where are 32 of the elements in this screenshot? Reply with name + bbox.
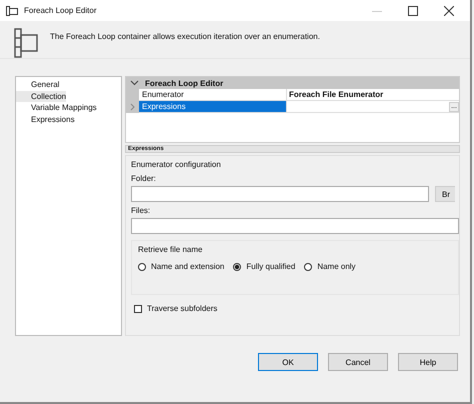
folder-field[interactable] bbox=[131, 186, 429, 202]
container-icon bbox=[14, 28, 38, 58]
category-label: Foreach Loop Editor bbox=[145, 78, 224, 88]
radio-label: Fully qualified bbox=[246, 262, 296, 271]
group-title: Enumerator configuration bbox=[131, 159, 222, 170]
radio-button[interactable] bbox=[304, 262, 312, 270]
files-field[interactable] bbox=[131, 218, 459, 234]
description-text: The Foreach Loop container allows execution iteration over an enumeration. bbox=[50, 32, 320, 41]
field-label: Folder: bbox=[131, 173, 157, 184]
radio-label: Name and extension bbox=[151, 262, 224, 271]
dialog-button[interactable]: Help bbox=[398, 353, 458, 371]
radio-button[interactable] bbox=[138, 262, 146, 270]
checkbox-label: Traverse subfolders bbox=[147, 304, 218, 313]
sidebar-item[interactable]: Variable Mappings bbox=[16, 102, 97, 114]
sidebar-item[interactable]: Collection bbox=[16, 90, 66, 102]
window-title: Foreach Loop Editor bbox=[24, 6, 96, 15]
window-icon bbox=[6, 6, 18, 16]
property-value: Foreach File Enumerator bbox=[289, 90, 384, 99]
sidebar-item[interactable]: Expressions bbox=[16, 114, 75, 125]
group-title: Retrieve file name bbox=[138, 244, 204, 255]
chevron-right-icon bbox=[130, 103, 135, 111]
sidebar-item[interactable]: General bbox=[16, 79, 60, 90]
field-label: Files: bbox=[131, 205, 152, 216]
radio-label: Name only bbox=[317, 262, 356, 271]
checkbox[interactable] bbox=[134, 304, 142, 312]
radio-button[interactable] bbox=[233, 262, 242, 270]
browse-button[interactable]: Br bbox=[435, 186, 455, 202]
dialog-button[interactable]: OK bbox=[258, 353, 318, 371]
dialog-button[interactable]: Cancel bbox=[328, 353, 388, 371]
maximize-icon bbox=[408, 6, 418, 16]
close-icon bbox=[444, 6, 454, 16]
property-name[interactable]: Expressions bbox=[139, 101, 286, 113]
